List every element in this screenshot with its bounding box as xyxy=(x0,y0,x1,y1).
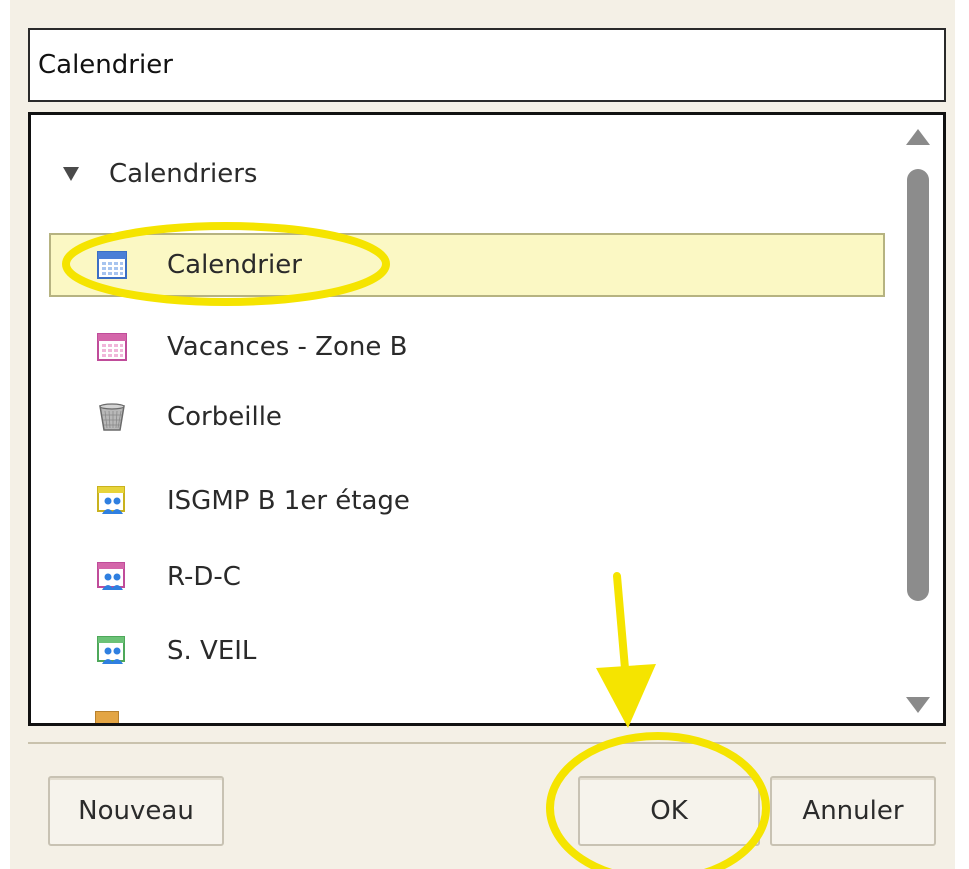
tree-item-r-d-c[interactable]: R-D-C xyxy=(49,545,885,609)
group-calendar-pink-icon xyxy=(97,562,127,592)
calendar-name-input[interactable]: Calendrier xyxy=(28,28,946,102)
calendar-tree-panel: Calendriers Calendrier Vacances - Zone B… xyxy=(28,112,946,726)
calendar-blue-icon xyxy=(97,250,127,280)
expand-triangle-icon[interactable] xyxy=(63,167,79,181)
tree-item-label: Vacances - Zone B xyxy=(167,332,408,362)
cancel-button[interactable]: Annuler xyxy=(770,776,936,846)
new-button[interactable]: Nouveau xyxy=(48,776,224,846)
tree-item-label: R-D-C xyxy=(167,562,241,592)
tree-item-s-veil[interactable]: S. VEIL xyxy=(49,619,885,683)
tree-scrollbar[interactable] xyxy=(903,129,933,713)
dialog-separator xyxy=(28,742,946,744)
scroll-up-arrow-icon[interactable] xyxy=(906,129,930,145)
group-calendar-yellow-icon xyxy=(97,486,127,516)
tree-item-calendrier[interactable]: Calendrier xyxy=(49,233,885,297)
tree-group-header[interactable]: Calendriers xyxy=(61,157,257,191)
calendar-pink-icon xyxy=(97,332,127,362)
tree-item-corbeille[interactable]: Corbeille xyxy=(49,385,885,449)
tree-item-vacances-zone-b[interactable]: Vacances - Zone B xyxy=(49,315,885,379)
tree-item-label: Calendrier xyxy=(167,250,302,280)
ok-button[interactable]: OK xyxy=(578,776,760,846)
calendar-orange-icon xyxy=(95,711,119,723)
group-calendar-green-icon xyxy=(97,636,127,666)
tree-item-label: ISGMP B 1er étage xyxy=(167,486,410,516)
scroll-down-arrow-icon[interactable] xyxy=(906,697,930,713)
tree-item-label: Corbeille xyxy=(167,402,282,432)
tree-group-label: Calendriers xyxy=(109,159,258,189)
tree-item-label: S. VEIL xyxy=(167,636,257,666)
scroll-thumb[interactable] xyxy=(907,169,929,601)
trash-bin-icon xyxy=(97,402,127,432)
tree-item-isgmp-b-1er-etage[interactable]: ISGMP B 1er étage xyxy=(49,469,885,533)
